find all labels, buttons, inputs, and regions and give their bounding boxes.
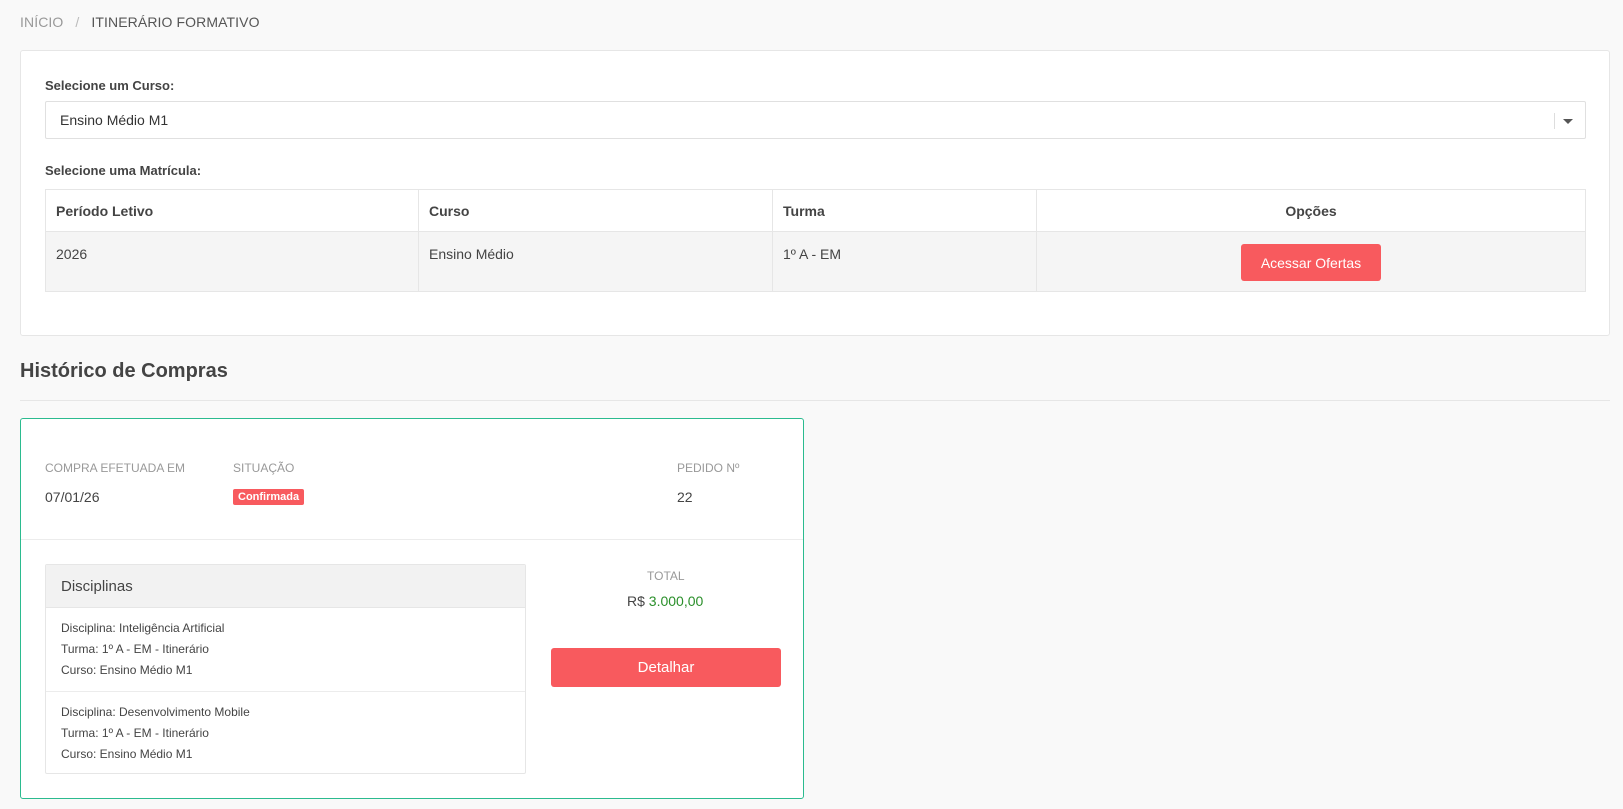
purchase-card: COMPRA EFETUADA EM 07/01/26 SITUAÇÃO Con… bbox=[20, 418, 804, 799]
breadcrumb-current: ITINERÁRIO FORMATIVO bbox=[91, 14, 260, 30]
status-label: SITUAÇÃO bbox=[233, 461, 295, 475]
enrollment-label: Selecione uma Matrícula: bbox=[45, 163, 202, 178]
disciplines-list: Disciplinas Disciplina: Inteligência Art… bbox=[45, 564, 526, 774]
list-item: Disciplina: Inteligência Artificial Turm… bbox=[46, 608, 525, 692]
course-select-value: Ensino Médio M1 bbox=[60, 112, 169, 128]
purchase-history-title: Histórico de Compras bbox=[20, 360, 228, 382]
discipline-name: Disciplina: Desenvolvimento Mobile bbox=[61, 705, 250, 719]
detail-button[interactable]: Detalhar bbox=[551, 648, 781, 687]
header-course: Curso bbox=[418, 189, 773, 232]
total-value: R$ 3.000,00 bbox=[627, 593, 703, 609]
total-label: TOTAL bbox=[647, 569, 685, 583]
order-label: PEDIDO Nº bbox=[677, 461, 740, 475]
card-divider bbox=[21, 539, 803, 540]
list-item: Disciplina: Desenvolvimento Mobile Turma… bbox=[46, 692, 525, 775]
header-class: Turma bbox=[772, 189, 1037, 232]
purchase-date: 07/01/26 bbox=[45, 489, 100, 505]
total-amount: 3.000,00 bbox=[648, 593, 704, 609]
order-number: 22 bbox=[677, 489, 693, 505]
discipline-class: Turma: 1º A - EM - Itinerário bbox=[61, 642, 209, 656]
section-divider bbox=[20, 400, 1610, 401]
cell-period: 2026 bbox=[45, 231, 419, 292]
table-row: 2026 Ensino Médio 1º A - EM Acessar Ofer… bbox=[45, 231, 1586, 292]
cell-course: Ensino Médio bbox=[418, 231, 773, 292]
select-divider bbox=[1554, 113, 1555, 129]
header-period: Período Letivo bbox=[45, 189, 419, 232]
course-select[interactable]: Ensino Médio M1 bbox=[45, 101, 1586, 139]
course-select-label: Selecione um Curso: bbox=[45, 78, 175, 93]
table-header-row: Período Letivo Curso Turma Opções bbox=[45, 189, 1586, 232]
enrollment-table: Período Letivo Curso Turma Opções 2026 E… bbox=[45, 189, 1586, 292]
header-options: Opções bbox=[1036, 189, 1586, 232]
discipline-class: Turma: 1º A - EM - Itinerário bbox=[61, 726, 209, 740]
breadcrumb-separator: / bbox=[75, 14, 80, 30]
discipline-name: Disciplina: Inteligência Artificial bbox=[61, 621, 225, 635]
cell-class: 1º A - EM bbox=[772, 231, 1037, 292]
disciplines-header: Disciplinas bbox=[46, 565, 525, 608]
breadcrumb: INÍCIO / ITINERÁRIO FORMATIVO bbox=[20, 14, 260, 30]
selection-panel: Selecione um Curso: Ensino Médio M1 Sele… bbox=[20, 50, 1610, 336]
currency-symbol: R$ bbox=[627, 593, 645, 609]
chevron-down-icon[interactable] bbox=[1563, 119, 1573, 124]
purchase-date-label: COMPRA EFETUADA EM bbox=[45, 461, 186, 475]
breadcrumb-home-link[interactable]: INÍCIO bbox=[20, 14, 63, 30]
discipline-course: Curso: Ensino Médio M1 bbox=[61, 747, 193, 761]
status-badge: Confirmada bbox=[233, 489, 305, 505]
access-offers-button[interactable]: Acessar Ofertas bbox=[1241, 244, 1381, 281]
cell-options: Acessar Ofertas bbox=[1036, 231, 1586, 292]
discipline-course: Curso: Ensino Médio M1 bbox=[61, 663, 193, 677]
